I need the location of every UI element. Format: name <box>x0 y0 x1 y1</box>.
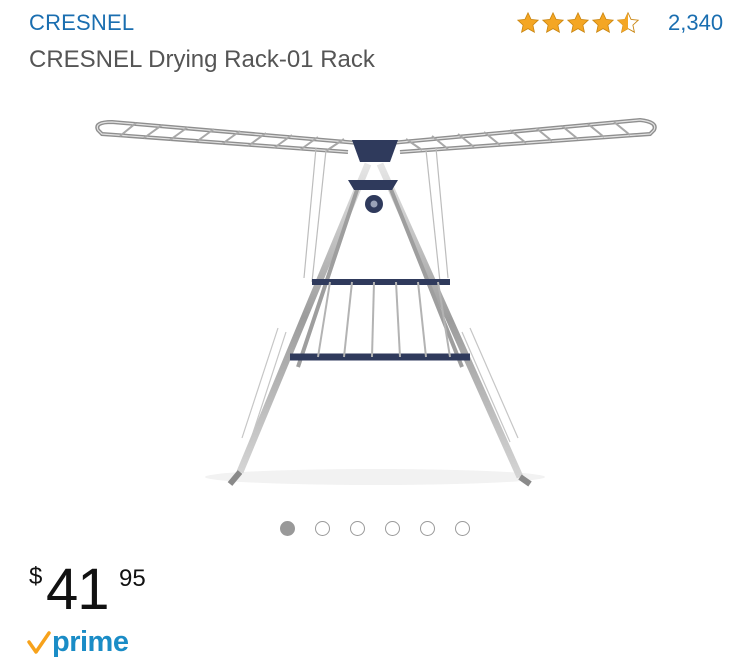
prime-badge: prime <box>27 626 129 659</box>
star-icon <box>566 11 590 33</box>
product-title[interactable]: CRESNEL Drying Rack-01 Rack <box>29 46 375 74</box>
price-fraction: 95 <box>119 565 146 592</box>
carousel-dot[interactable] <box>280 521 295 536</box>
carousel-dot[interactable] <box>455 521 470 536</box>
star-icon <box>541 11 565 33</box>
image-carousel-dots <box>0 521 750 536</box>
star-icon <box>591 11 615 33</box>
prime-check-icon <box>27 630 51 654</box>
price-currency: $ <box>29 563 43 590</box>
rating[interactable]: 2,340 <box>516 10 723 36</box>
review-count[interactable]: 2,340 <box>668 10 723 36</box>
drying-rack-image[interactable] <box>90 92 660 492</box>
carousel-dot[interactable] <box>420 521 435 536</box>
carousel-dot[interactable] <box>315 521 330 536</box>
brand-link[interactable]: CRESNEL <box>29 10 134 36</box>
star-icon <box>516 11 540 33</box>
star-rating <box>516 11 640 35</box>
prime-label: prime <box>52 626 129 658</box>
carousel-dot[interactable] <box>385 521 400 536</box>
star-half-icon <box>616 11 640 34</box>
price-whole: 41 <box>46 557 110 622</box>
carousel-dot[interactable] <box>350 521 365 536</box>
